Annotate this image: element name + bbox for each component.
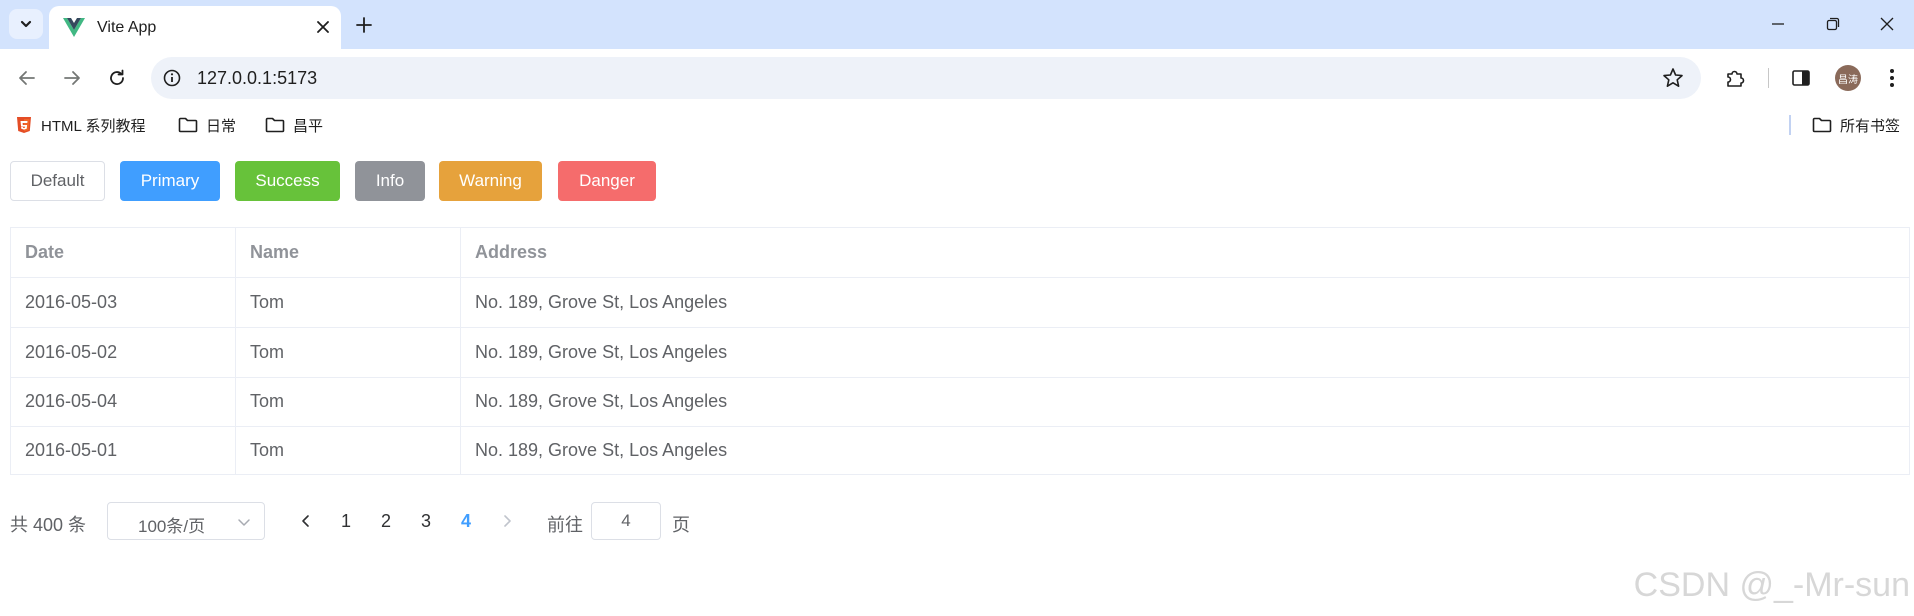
browser-tab-strip: Vite App: [0, 0, 1914, 49]
table-row: 2016-05-02 Tom No. 189, Grove St, Los An…: [11, 328, 1909, 378]
pagination: 共 400 条 100条/页 1 2 3 4 前往 页: [0, 500, 1914, 544]
cell-address: No. 189, Grove St, Los Angeles: [475, 292, 728, 312]
restore-icon: [1826, 17, 1840, 31]
cell-name: Tom: [236, 377, 461, 426]
all-bookmarks-label: 所有书签: [1840, 117, 1901, 135]
next-page-button[interactable]: [495, 509, 519, 533]
page-number-2[interactable]: 2: [381, 511, 391, 532]
profile-avatar[interactable]: 昌涛: [1835, 65, 1861, 91]
danger-button[interactable]: Danger: [558, 161, 656, 201]
bookmark-folder-changping[interactable]: 昌平: [265, 114, 323, 136]
column-header-date: Date: [11, 228, 236, 277]
goto-page-input[interactable]: [591, 502, 661, 540]
table-row: 2016-05-03 Tom No. 189, Grove St, Los An…: [11, 278, 1909, 328]
data-table: Date Name Address 2016-05-03 Tom No. 189…: [10, 227, 1910, 475]
cell-address: No. 189, Grove St, Los Angeles: [475, 342, 728, 362]
close-icon: [317, 21, 329, 33]
cell-date: 2016-05-04: [11, 377, 236, 426]
column-header-name: Name: [236, 228, 461, 277]
plus-icon: [356, 17, 372, 33]
chevron-down-icon: [20, 20, 32, 28]
arrow-left-icon: [19, 71, 35, 85]
more-vertical-icon: [1890, 69, 1894, 87]
close-icon: [1880, 17, 1894, 31]
reload-button[interactable]: [100, 61, 134, 95]
window-close-button[interactable]: [1864, 8, 1910, 40]
restore-button[interactable]: [1810, 8, 1856, 40]
html5-icon: [17, 117, 31, 133]
bookmark-label: 昌平: [293, 117, 324, 135]
extensions-button[interactable]: [1720, 63, 1750, 93]
star-icon: [1663, 68, 1683, 87]
minimize-icon: [1772, 23, 1784, 25]
bookmark-star-button[interactable]: [1661, 66, 1685, 90]
pagination-total: 共 400 条: [10, 515, 87, 535]
toolbar-divider: [1768, 68, 1769, 88]
site-info-button[interactable]: [161, 67, 183, 89]
tab-close-button[interactable]: [311, 15, 335, 39]
minimize-button[interactable]: [1755, 8, 1801, 40]
reload-icon: [110, 69, 124, 85]
page-number-3[interactable]: 3: [421, 511, 431, 532]
browser-toolbar: 127.0.0.1:5173 昌涛: [0, 49, 1914, 108]
tab-search-button[interactable]: [9, 9, 43, 39]
vue-logo-icon: [63, 18, 85, 37]
cell-address: No. 189, Grove St, Los Angeles: [475, 391, 728, 411]
bookmark-folder-daily[interactable]: 日常: [178, 114, 236, 136]
bookmarks-bar: HTML 系列教程 日常 昌平 所有书签: [0, 108, 1914, 142]
chevron-right-icon: [504, 515, 511, 527]
cell-name: Tom: [236, 425, 461, 475]
watermark: CSDN @_-Mr-sun: [1633, 566, 1910, 604]
browser-tab[interactable]: Vite App: [49, 6, 341, 49]
cell-date: 2016-05-03: [11, 278, 236, 327]
info-icon: [163, 69, 181, 87]
folder-icon: [1812, 117, 1832, 133]
goto-suffix: 页: [672, 515, 690, 535]
cell-address: No. 189, Grove St, Los Angeles: [475, 439, 728, 460]
all-bookmarks-button[interactable]: 所有书签: [1812, 114, 1900, 136]
side-panel-icon: [1792, 70, 1810, 86]
folder-icon: [178, 117, 198, 133]
prev-page-button[interactable]: [294, 509, 318, 533]
table-row: 2016-05-04 Tom No. 189, Grove St, Los An…: [11, 377, 1909, 427]
chevron-left-icon: [302, 515, 309, 527]
cell-name: Tom: [236, 328, 461, 377]
address-bar[interactable]: 127.0.0.1:5173: [151, 57, 1701, 99]
address-url: 127.0.0.1:5173: [197, 68, 318, 88]
back-button[interactable]: [10, 61, 44, 95]
column-header-address: Address: [475, 242, 548, 262]
success-button[interactable]: Success: [235, 161, 340, 201]
puzzle-icon: [1727, 70, 1745, 87]
tab-title: Vite App: [97, 19, 157, 36]
page-size-value: 100条/页: [138, 517, 206, 536]
browser-menu-button[interactable]: [1877, 63, 1907, 93]
table-row: 2016-05-01 Tom No. 189, Grove St, Los An…: [11, 425, 1909, 475]
page-number-1[interactable]: 1: [341, 511, 351, 532]
bookmarks-divider: [1789, 115, 1791, 135]
cell-name: Tom: [236, 278, 461, 327]
default-button[interactable]: Default: [10, 161, 105, 201]
page-size-select[interactable]: 100条/页: [107, 502, 265, 540]
cell-date: 2016-05-01: [11, 425, 236, 475]
primary-button[interactable]: Primary: [120, 161, 220, 201]
side-panel-button[interactable]: [1786, 63, 1816, 93]
bookmark-label: HTML 系列教程: [41, 117, 146, 135]
forward-button[interactable]: [55, 61, 89, 95]
new-tab-button[interactable]: [350, 11, 378, 39]
cell-date: 2016-05-02: [11, 328, 236, 377]
warning-button[interactable]: Warning: [439, 161, 542, 201]
goto-label: 前往: [547, 515, 583, 535]
arrow-right-icon: [64, 71, 80, 85]
page-number-4[interactable]: 4: [461, 511, 471, 532]
chevron-down-icon: [238, 519, 250, 526]
bookmark-html-tutorial[interactable]: HTML 系列教程: [15, 114, 145, 136]
table-header-row: Date Name Address: [11, 228, 1909, 278]
folder-icon: [265, 117, 285, 133]
bookmark-label: 日常: [206, 117, 237, 135]
info-button[interactable]: Info: [355, 161, 425, 201]
